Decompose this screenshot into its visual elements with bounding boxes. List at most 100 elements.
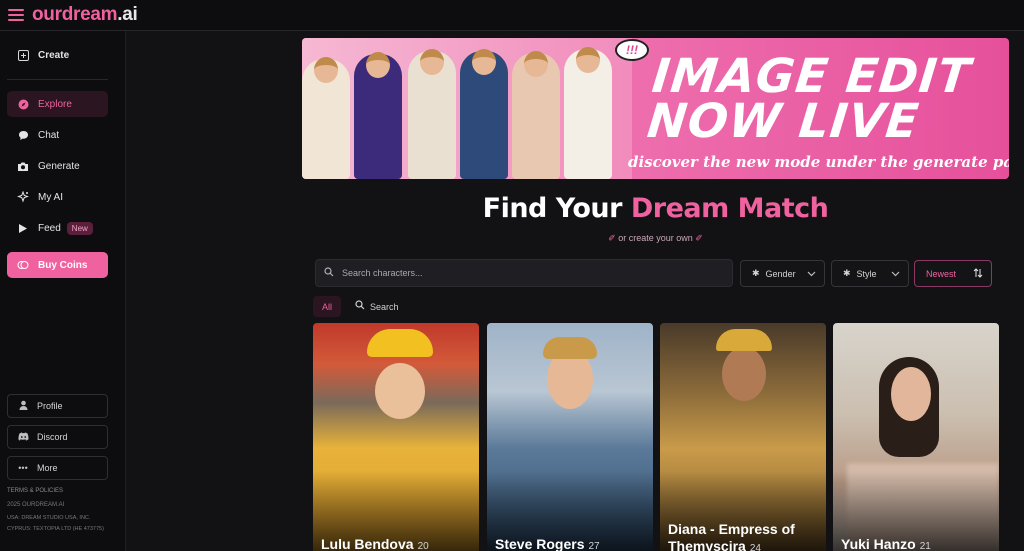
discord-icon xyxy=(17,432,29,443)
character-hair xyxy=(543,337,597,359)
character-card[interactable]: Lulu Bendova 20 xyxy=(313,323,479,551)
buy-coins-label: Buy Coins xyxy=(38,259,88,271)
character-cap xyxy=(367,329,433,357)
page-title: Find Your Dream Match xyxy=(302,193,1009,224)
character-crown xyxy=(716,329,772,351)
pencil-icon: ✐ xyxy=(695,233,703,243)
title-part1: Find Your xyxy=(482,193,623,224)
search-icon xyxy=(324,266,336,280)
logo-brand: ourdream xyxy=(32,4,118,25)
profile-button[interactable]: Profile xyxy=(7,394,108,418)
search-input[interactable] xyxy=(342,268,722,278)
character-name-text: Yuki Hanzo xyxy=(841,536,916,551)
character-card[interactable]: Yuki Hanzo 21 xyxy=(833,323,999,551)
banner-subtitle: discover the new mode under the generate… xyxy=(628,153,1009,171)
chat-bubble-icon xyxy=(17,129,29,141)
sidebar: Create Explore Chat Generate My AI Feed … xyxy=(0,31,126,551)
pencil-icon: ✐ xyxy=(608,233,616,243)
gender-label: Gender xyxy=(765,268,796,279)
camera-icon xyxy=(17,160,29,172)
more-label: More xyxy=(37,463,58,473)
search-bar xyxy=(315,259,733,287)
banner-figure xyxy=(408,49,456,179)
company-usa: USA: DREAM STUDIO USA, INC. xyxy=(7,515,91,521)
character-face xyxy=(375,363,425,419)
coins-icon xyxy=(17,259,29,271)
character-face xyxy=(722,347,766,401)
sidebar-item-label: My AI xyxy=(38,191,64,203)
banner-title: IMAGE EDIT NOW LIVE xyxy=(644,49,1004,149)
buy-coins-button[interactable]: Buy Coins xyxy=(7,252,108,278)
character-name-text: Lulu Bendova xyxy=(321,536,414,551)
create-own-label: or create your own xyxy=(618,233,693,243)
logo-tld: .ai xyxy=(117,4,138,25)
sidebar-item-label: Chat xyxy=(38,129,60,141)
play-icon xyxy=(17,222,29,234)
new-badge: New xyxy=(66,221,93,235)
terms-link[interactable]: TERMS & POLICIES xyxy=(7,488,63,495)
style-label: Style xyxy=(856,268,877,279)
asterisk-icon: ✱ xyxy=(843,268,851,278)
tab-search-label: Search xyxy=(370,301,399,312)
company-cyprus: CYPRUS: TEXTOPIA LTD (HE 473775) xyxy=(7,526,104,532)
character-name: Steve Rogers 27 xyxy=(495,536,600,551)
banner-figure xyxy=(564,47,612,179)
banner-figure xyxy=(460,49,508,179)
ellipsis-icon: ••• xyxy=(18,463,28,473)
tab-search[interactable]: Search xyxy=(355,296,399,317)
tab-all[interactable]: All xyxy=(313,296,341,317)
character-name-line2: Themyscira xyxy=(668,538,746,551)
discord-label: Discord xyxy=(37,432,68,442)
search-icon xyxy=(355,300,365,313)
discord-button[interactable]: Discord xyxy=(7,425,108,449)
sidebar-item-generate[interactable]: Generate xyxy=(7,153,108,179)
chevron-down-icon xyxy=(891,269,900,279)
logo[interactable]: ourdream.ai xyxy=(32,4,138,26)
title-part2: Dream Match xyxy=(630,193,829,224)
sidebar-item-explore[interactable]: Explore xyxy=(7,91,108,117)
create-button[interactable]: Create xyxy=(7,42,108,68)
banner-figure xyxy=(512,51,560,179)
sidebar-item-label: Explore xyxy=(38,98,72,110)
top-bar: ourdream.ai xyxy=(0,0,1024,31)
user-icon xyxy=(17,400,29,412)
sidebar-item-feed[interactable]: Feed New xyxy=(7,215,108,241)
plus-square-icon xyxy=(17,49,29,61)
character-face xyxy=(891,367,931,421)
speech-bubble: !!! xyxy=(615,39,649,61)
character-age: 27 xyxy=(588,541,600,551)
character-name-text: Steve Rogers xyxy=(495,536,585,551)
banner-title-line2: NOW LIVE xyxy=(644,94,922,149)
sparkle-icon xyxy=(17,191,29,203)
character-name: Yuki Hanzo 21 xyxy=(841,536,931,551)
sidebar-item-my-ai[interactable]: My AI xyxy=(7,184,108,210)
character-name-text: Diana - Empress of xyxy=(668,521,795,537)
banner-figure xyxy=(302,57,350,179)
sidebar-item-label: Generate xyxy=(38,160,80,172)
character-name: Lulu Bendova 20 xyxy=(321,536,429,551)
style-dropdown[interactable]: ✱ Style xyxy=(831,260,909,287)
banner-title-line1: IMAGE EDIT xyxy=(649,49,974,104)
character-age: 24 xyxy=(749,543,761,551)
sort-label: Newest xyxy=(926,268,957,279)
create-label: Create xyxy=(38,49,70,61)
gender-dropdown[interactable]: ✱ Gender xyxy=(740,260,825,287)
character-card[interactable]: Diana - Empress of Themyscira 24 xyxy=(660,323,826,551)
sidebar-item-label: Feed xyxy=(38,222,61,234)
banner-figure xyxy=(354,52,402,179)
asterisk-icon: ✱ xyxy=(752,268,760,278)
sidebar-item-chat[interactable]: Chat xyxy=(7,122,108,148)
character-age: 21 xyxy=(919,541,931,551)
profile-label: Profile xyxy=(37,401,63,411)
banner-illustration xyxy=(302,38,632,179)
copyright-text: 2025 OURDREAM.AI xyxy=(7,502,65,508)
menu-icon[interactable] xyxy=(8,9,24,21)
chevron-down-icon xyxy=(807,269,816,279)
character-card[interactable]: Steve Rogers 27 xyxy=(487,323,653,551)
sidebar-divider xyxy=(7,79,108,80)
sort-dropdown[interactable]: Newest xyxy=(914,260,992,287)
sort-arrows-icon xyxy=(973,267,983,280)
promo-banner[interactable]: !!! IMAGE EDIT NOW LIVE discover the new… xyxy=(302,38,1009,179)
create-own-link[interactable]: ✐ or create your own ✐ xyxy=(302,233,1009,244)
more-button[interactable]: ••• More xyxy=(7,456,108,480)
